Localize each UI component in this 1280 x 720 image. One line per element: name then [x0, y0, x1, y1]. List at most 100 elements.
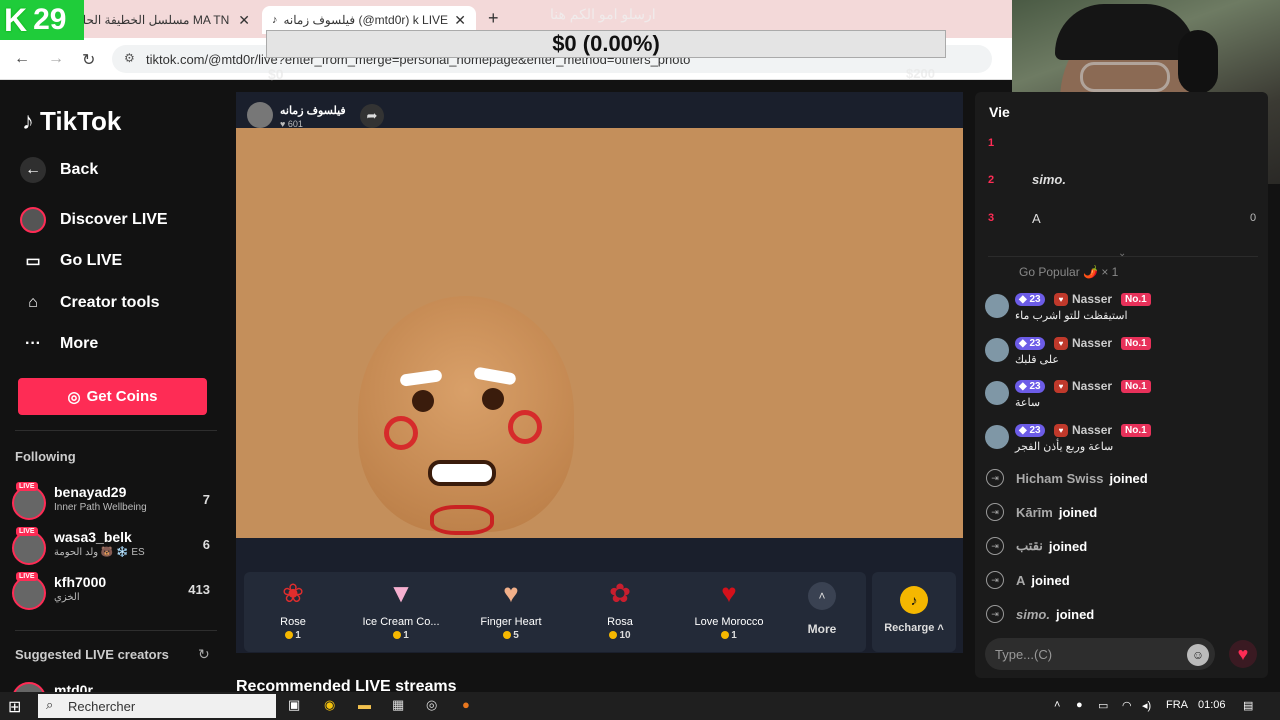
- nav-creator-tools[interactable]: ⌂ Creator tools: [20, 290, 159, 316]
- avatar[interactable]: [985, 381, 1009, 405]
- host-avatar[interactable]: [247, 102, 273, 128]
- gift-item[interactable]: ❀ Rose 1: [243, 578, 343, 641]
- back-arrow-icon[interactable]: ←: [14, 50, 30, 68]
- notifications-icon[interactable]: ▤: [1243, 699, 1253, 712]
- chat-user[interactable]: Nasser: [1072, 292, 1112, 306]
- avatar[interactable]: [985, 338, 1009, 362]
- kick-counter-badge: K 29: [0, 0, 84, 40]
- enter-icon: ⇥: [986, 571, 1004, 589]
- gift-name: Ice Cream Co...: [362, 616, 440, 628]
- gingerbread-eye: [412, 390, 434, 412]
- chat-user[interactable]: Nasser: [1072, 336, 1112, 350]
- search-placeholder: Rechercher: [68, 698, 136, 714]
- chat-input[interactable]: Type...(C): [985, 638, 1215, 670]
- clock[interactable]: 01:06: [1198, 699, 1226, 711]
- taskbar-search-input[interactable]: ⌕ Rechercher: [38, 694, 276, 718]
- avatar[interactable]: [985, 294, 1009, 318]
- file-explorer-icon[interactable]: ▬: [358, 697, 371, 712]
- chat-user[interactable]: Nasser: [1072, 379, 1112, 393]
- share-icon[interactable]: ➦: [360, 104, 384, 128]
- tab-title: مسلسل الخطيفة الحلقة MA TN: [70, 13, 230, 27]
- like-heart-icon[interactable]: ♥: [1229, 640, 1257, 668]
- gift-item[interactable]: ✿ Rosa 10: [570, 578, 670, 641]
- recharge-button[interactable]: ♪ Recharge ˄: [872, 572, 956, 652]
- gift-price: 1: [679, 630, 779, 641]
- join-text: joined: [1109, 470, 1148, 486]
- nav-more[interactable]: ··· More: [20, 331, 98, 357]
- chat-text: على قلبك: [1015, 354, 1059, 366]
- goal-high: $200: [906, 66, 935, 81]
- live-badge: LIVE: [16, 482, 38, 491]
- tray-chevron-icon[interactable]: ˄: [1054, 699, 1060, 711]
- join-text: joined: [1048, 538, 1088, 554]
- join-user[interactable]: Hicham Swiss: [1016, 471, 1103, 486]
- windows-start-icon[interactable]: ⊞: [8, 697, 21, 717]
- rank-score: 0: [1250, 212, 1257, 224]
- store-icon[interactable]: ▦: [392, 697, 404, 713]
- brand-name: TikTok: [40, 106, 122, 136]
- host-name[interactable]: فيلسوف زمانه: [280, 104, 346, 117]
- sidebar-divider: [15, 430, 217, 431]
- live-badge: LIVE: [16, 572, 38, 581]
- live-video[interactable]: [236, 128, 963, 538]
- following-title: Following: [15, 449, 76, 464]
- chat-message: ◆ 23 ♥ Nasser No.1 على قلبك: [985, 336, 1255, 376]
- wifi-icon[interactable]: ◠: [1122, 699, 1132, 712]
- viewers-title[interactable]: Vie: [989, 104, 1010, 120]
- volume-icon[interactable]: ◂): [1142, 699, 1151, 712]
- gift-item[interactable]: ♥ Finger Heart 5: [461, 578, 561, 641]
- join-user[interactable]: A: [1016, 573, 1025, 588]
- following-item[interactable]: LIVE kfh7000 الخزي 413: [12, 572, 212, 612]
- suggested-item[interactable]: mtd0r: [12, 680, 212, 692]
- site-info-icon[interactable]: ⚙: [124, 51, 135, 65]
- chevron-down-icon[interactable]: ⌄: [1118, 248, 1126, 259]
- close-tab-icon[interactable]: ✕: [454, 12, 466, 29]
- coin-icon: [503, 631, 512, 640]
- microphone-icon[interactable]: ●: [462, 697, 470, 712]
- get-coins-button[interactable]: ◎ Get Coins: [18, 378, 207, 415]
- taskbar-app-icon[interactable]: ▣: [288, 697, 300, 713]
- more-gifts-button[interactable]: ˄ More: [800, 582, 844, 636]
- browser-tab-1[interactable]: مسلسل الخطيفة الحلقة MA TN ✕: [60, 6, 260, 34]
- gingerbread-face: [358, 296, 574, 532]
- forward-arrow-icon[interactable]: →: [48, 50, 64, 68]
- following-item[interactable]: LIVE benayad29 Inner Path Wellbeing 7: [12, 482, 212, 522]
- new-tab-icon[interactable]: +: [488, 8, 499, 29]
- nav-label: Discover LIVE: [60, 211, 168, 228]
- rank-name[interactable]: simo.: [1032, 172, 1066, 187]
- close-tab-icon[interactable]: ✕: [238, 12, 250, 29]
- refresh-icon[interactable]: ↻: [198, 646, 210, 663]
- nav-go-live[interactable]: ▭ Go LIVE: [20, 248, 122, 274]
- chat-user[interactable]: Nasser: [1072, 423, 1112, 437]
- reload-icon[interactable]: ↻: [82, 50, 95, 70]
- avatar[interactable]: [985, 425, 1009, 449]
- tiktok-logo[interactable]: ♪ TikTok: [22, 106, 121, 137]
- gift-item[interactable]: ♥ Love Morocco 1: [679, 578, 779, 641]
- join-user[interactable]: نقتب: [1016, 538, 1043, 554]
- gift-item[interactable]: ▼ Ice Cream Co... 1: [351, 578, 451, 641]
- following-item[interactable]: LIVE wasa3_belk ولد الحومة 🐻 ❄️ ES 6: [12, 527, 212, 567]
- enter-icon: ⇥: [986, 537, 1004, 555]
- ellipsis-icon: ···: [25, 335, 41, 352]
- tray-mic-icon[interactable]: ●: [1076, 699, 1083, 711]
- join-user[interactable]: simo.: [1016, 607, 1050, 622]
- chrome-icon[interactable]: ◉: [324, 697, 335, 713]
- donation-progress-bar: $0 (0.00%): [266, 30, 946, 58]
- avatar: [12, 576, 46, 610]
- emoji-icon[interactable]: ☺: [1187, 644, 1209, 666]
- nav-discover-live[interactable]: Discover LIVE: [20, 207, 168, 233]
- join-user[interactable]: Kārīm: [1016, 505, 1053, 520]
- level-badge: ◆ 23: [1015, 380, 1045, 393]
- suggested-name: mtd0r: [54, 682, 93, 692]
- obs-icon[interactable]: ◎: [426, 697, 437, 713]
- rank-name[interactable]: A: [1032, 211, 1041, 226]
- coin-icon: ◎: [67, 388, 81, 406]
- go-popular[interactable]: Go Popular 🌶️ × 1: [1019, 265, 1118, 279]
- finger-heart-icon: ♥: [503, 578, 519, 608]
- battery-icon[interactable]: ▭: [1098, 699, 1108, 712]
- chat-message: ◆ 23 ♥ Nasser No.1 استيقظت للتو اشرب ماء: [985, 292, 1255, 332]
- back-button[interactable]: ← Back: [20, 157, 98, 183]
- input-language[interactable]: FRA: [1166, 699, 1188, 711]
- k-logo-icon: K: [4, 1, 28, 38]
- chat-placeholder: Type...(C): [995, 646, 1053, 662]
